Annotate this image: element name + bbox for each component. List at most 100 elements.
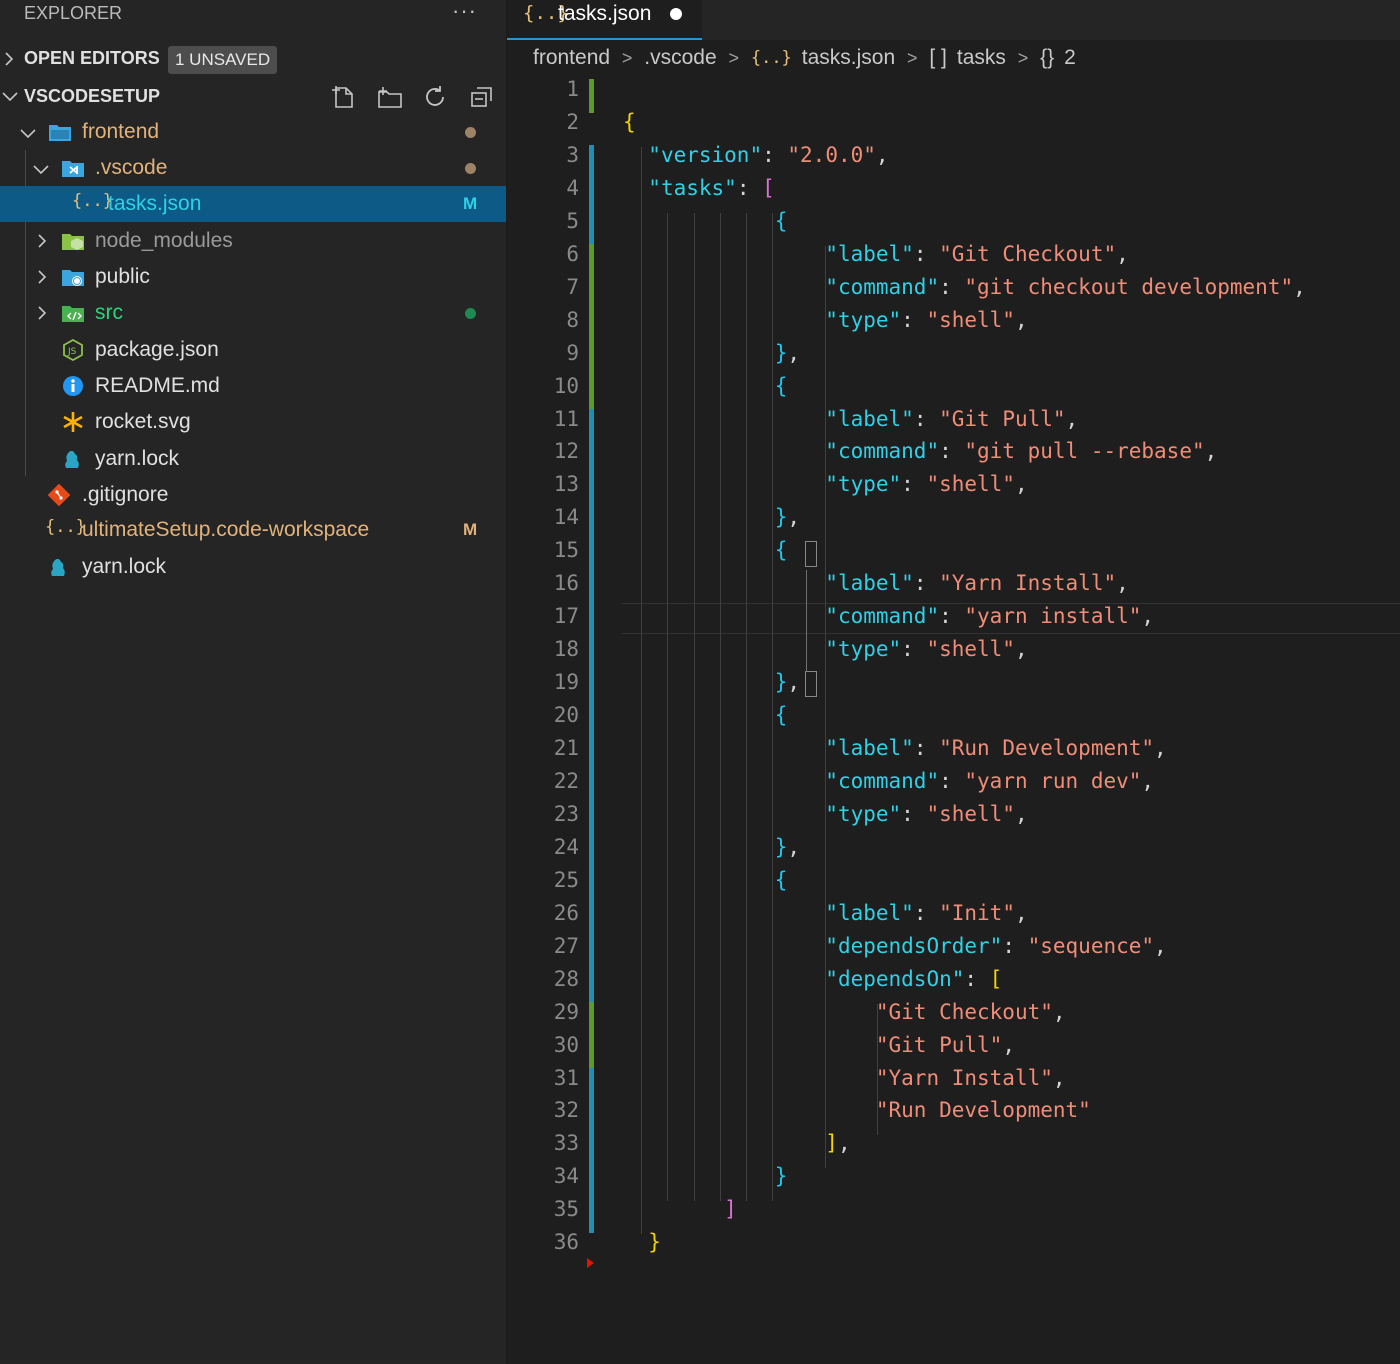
src-folder-icon: [61, 302, 85, 324]
line-number: 24: [507, 835, 579, 859]
code-line[interactable]: "command": "yarn run dev",: [623, 769, 1154, 793]
tree-item-vscode[interactable]: .vscode: [0, 150, 506, 186]
collapse-all-icon[interactable]: [469, 84, 495, 110]
code-line[interactable]: },: [623, 670, 800, 694]
tree-item-label: public: [95, 265, 150, 289]
code-line[interactable]: {: [623, 703, 787, 727]
code-line[interactable]: "command": "git pull --rebase",: [623, 439, 1217, 463]
line-number: 27: [507, 934, 579, 958]
git-change-marker[interactable]: [589, 606, 594, 640]
code-line[interactable]: "version": "2.0.0",: [623, 143, 889, 167]
code-line[interactable]: "tasks": [: [623, 176, 775, 200]
tree-item-label: ultimateSetup.code-workspace: [82, 518, 369, 542]
code-line[interactable]: ],: [623, 1131, 851, 1155]
code-editor[interactable]: 12{3 "version": "2.0.0",4 "tasks": [5 {6…: [507, 0, 1400, 1364]
code-line[interactable]: "dependsOrder": "sequence",: [623, 934, 1167, 958]
git-change-marker[interactable]: [589, 310, 594, 344]
json-icon: {..}: [45, 517, 69, 539]
git-change-marker[interactable]: [589, 409, 594, 443]
code-line[interactable]: "label": "Git Pull",: [623, 407, 1078, 431]
code-line[interactable]: "Git Checkout",: [623, 1000, 1066, 1024]
git-change-marker[interactable]: [589, 738, 594, 772]
code-line[interactable]: "label": "Run Development",: [623, 736, 1167, 760]
git-change-marker[interactable]: [589, 474, 594, 508]
tree-item-workspace-file[interactable]: {..} ultimateSetup.code-workspace M: [0, 512, 506, 548]
git-change-marker[interactable]: [589, 441, 594, 475]
code-line[interactable]: },: [623, 835, 800, 859]
git-change-marker[interactable]: [589, 1133, 594, 1167]
line-number: 1: [507, 77, 579, 101]
indent-guide: [667, 213, 668, 1202]
line-number: 2: [507, 110, 579, 134]
code-line[interactable]: {: [623, 538, 787, 562]
tree-item-label: yarn.lock: [95, 447, 179, 471]
tree-item-label: rocket.svg: [95, 410, 191, 434]
tree-item-yarn-lock-root[interactable]: yarn.lock: [0, 549, 506, 585]
refresh-icon[interactable]: [423, 84, 449, 110]
tree-item-src[interactable]: src: [0, 295, 506, 331]
new-file-icon[interactable]: [331, 84, 357, 110]
git-change-marker[interactable]: [589, 573, 594, 607]
git-change-marker[interactable]: [589, 1002, 594, 1036]
git-change-marker[interactable]: [589, 1166, 594, 1200]
git-change-marker[interactable]: [589, 376, 594, 410]
git-change-marker[interactable]: [589, 672, 594, 706]
git-change-marker[interactable]: [589, 277, 594, 311]
line-number: 16: [507, 571, 579, 595]
git-change-marker[interactable]: [589, 771, 594, 805]
code-line[interactable]: {: [623, 868, 787, 892]
code-line[interactable]: "command": "yarn install",: [623, 604, 1154, 628]
git-change-marker[interactable]: [589, 705, 594, 739]
code-line[interactable]: },: [623, 505, 800, 529]
git-change-marker[interactable]: [589, 1035, 594, 1069]
tree-item-yarn-lock[interactable]: yarn.lock: [0, 441, 506, 477]
tree-item-readme[interactable]: README.md: [0, 368, 506, 404]
indent-guide: [641, 147, 642, 1234]
git-change-marker[interactable]: [589, 639, 594, 673]
line-number: 21: [507, 736, 579, 760]
tree-item-node-modules[interactable]: node_modules: [0, 223, 506, 259]
git-change-marker[interactable]: [589, 79, 594, 113]
code-line[interactable]: "Yarn Install",: [623, 1066, 1066, 1090]
tree-item-tasks-json[interactable]: {..} tasks.json M: [0, 186, 506, 222]
git-change-marker[interactable]: [589, 1100, 594, 1134]
tree-item-package-json[interactable]: JS package.json: [0, 332, 506, 368]
git-change-marker[interactable]: [589, 178, 594, 212]
tree-item-label: .gitignore: [82, 483, 168, 507]
git-change-marker[interactable]: [589, 1199, 594, 1233]
code-line[interactable]: },: [623, 341, 800, 365]
code-line[interactable]: {: [623, 110, 636, 134]
new-folder-icon[interactable]: [377, 84, 403, 110]
code-line[interactable]: {: [623, 374, 787, 398]
code-line[interactable]: }: [623, 1164, 787, 1188]
code-line[interactable]: "dependsOn": [: [623, 967, 1002, 991]
git-change-marker[interactable]: [589, 343, 594, 377]
ellipsis-icon[interactable]: ···: [452, 0, 477, 24]
tree-item-rocket-svg[interactable]: rocket.svg: [0, 404, 506, 440]
git-change-marker[interactable]: [589, 870, 594, 904]
code-line[interactable]: {: [623, 209, 787, 233]
code-line[interactable]: "Git Pull",: [623, 1033, 1015, 1057]
git-change-marker[interactable]: [589, 244, 594, 278]
git-change-marker[interactable]: [589, 540, 594, 574]
indent-guide: [746, 213, 747, 1202]
line-number: 8: [507, 308, 579, 332]
tree-item-gitignore[interactable]: .gitignore: [0, 477, 506, 513]
code-line[interactable]: "label": "Yarn Install",: [623, 571, 1129, 595]
tree-item-frontend[interactable]: frontend: [0, 114, 506, 150]
git-change-marker[interactable]: [589, 804, 594, 838]
git-change-marker[interactable]: [589, 936, 594, 970]
json-icon: {..}: [72, 191, 96, 213]
tree-item-public[interactable]: public: [0, 259, 506, 295]
line-number: 17: [507, 604, 579, 628]
git-change-marker[interactable]: [589, 969, 594, 1003]
workspace-label: VSCODESETUP: [24, 86, 160, 107]
code-line[interactable]: "command": "git checkout development",: [623, 275, 1306, 299]
git-change-marker[interactable]: [589, 903, 594, 937]
git-change-marker[interactable]: [589, 1068, 594, 1102]
code-line[interactable]: "label": "Git Checkout",: [623, 242, 1129, 266]
git-change-marker[interactable]: [589, 211, 594, 245]
git-change-marker[interactable]: [589, 507, 594, 541]
git-change-marker[interactable]: [589, 837, 594, 871]
git-change-marker[interactable]: [589, 145, 594, 179]
